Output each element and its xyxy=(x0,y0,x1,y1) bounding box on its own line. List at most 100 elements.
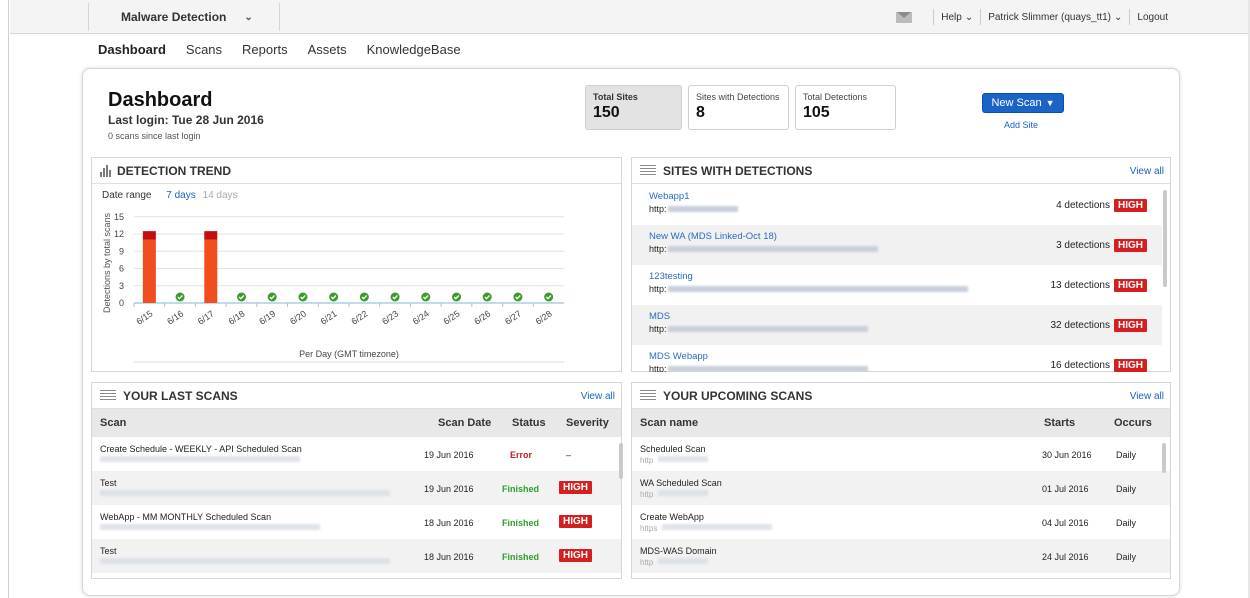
last-login: Last login: Tue 28 Jun 2016 xyxy=(108,113,264,127)
scan-name: WA Scheduled Scan xyxy=(640,478,722,488)
view-all-link[interactable]: View all xyxy=(1130,166,1164,177)
col-starts[interactable]: Starts xyxy=(1044,417,1075,429)
y-tick-label: 6 xyxy=(119,264,124,274)
x-tick-label: 6/17 xyxy=(196,308,216,326)
site-row[interactable]: Webapp1 http: 4 detections HIGH xyxy=(632,185,1162,225)
detection-trend-header: DETECTION TREND xyxy=(92,158,621,184)
scan-starts: 30 Jun 2016 xyxy=(1042,450,1092,460)
col-severity[interactable]: Severity xyxy=(566,417,609,429)
site-row[interactable]: New WA (MDS Linked-Oct 18) http: 3 detec… xyxy=(632,225,1162,265)
scans-since: 0 scans since last login xyxy=(108,131,201,141)
mail-icon[interactable] xyxy=(896,11,913,23)
bar-chart-icon xyxy=(100,164,111,177)
scrollbar[interactable] xyxy=(619,443,623,479)
check-icon xyxy=(298,292,308,302)
table-row[interactable]: MDS-WAS Domain http 24 Jul 2016 Daily xyxy=(632,539,1170,573)
site-name-link[interactable]: Webapp1 xyxy=(649,191,690,202)
new-scan-button[interactable]: New Scan ▼ xyxy=(982,93,1064,113)
site-url-prefix: http: xyxy=(649,364,667,372)
site-row[interactable]: MDS http: 32 detections HIGH xyxy=(632,305,1162,345)
col-scan-date[interactable]: Scan Date xyxy=(438,417,491,429)
table-row[interactable]: Scheduled Scan http 30 Jun 2016 Daily xyxy=(632,437,1170,471)
help-label: Help xyxy=(941,11,962,23)
severity-badge: HIGH xyxy=(559,515,592,528)
table-row[interactable]: Create Schedule - WEEKLY - API Scheduled… xyxy=(92,437,621,471)
range-7-days[interactable]: 7 days xyxy=(166,190,195,201)
table-row[interactable]: WebApp - MM MONTHLY Scheduled Scan 18 Ju… xyxy=(92,505,621,539)
module-label: Malware Detection xyxy=(121,10,227,24)
table-row[interactable]: Test 19 Jun 2016 Finished HIGH xyxy=(92,471,621,505)
nav-knowledgebase[interactable]: KnowledgeBase xyxy=(367,42,461,57)
scan-url-blurred xyxy=(658,490,708,496)
window-left-border xyxy=(0,0,9,598)
scrollbar[interactable] xyxy=(1162,443,1166,473)
range-14-days[interactable]: 14 days xyxy=(203,190,238,201)
scan-url: http xyxy=(640,558,654,567)
nav-dashboard[interactable]: Dashboard xyxy=(98,42,166,57)
site-name-link[interactable]: MDS Webapp xyxy=(649,351,708,362)
y-tick-label: 3 xyxy=(119,281,124,291)
detection-count: 16 detections xyxy=(1050,360,1111,371)
x-tick-label: 6/18 xyxy=(227,308,247,326)
module-selector[interactable]: Malware Detection ⌄ xyxy=(88,3,280,31)
site-row[interactable]: MDS Webapp http: 16 detections HIGH xyxy=(632,345,1162,372)
site-name-link[interactable]: MDS xyxy=(649,311,670,322)
detection-count: 32 detections xyxy=(1050,320,1111,331)
date-range-label: Date range xyxy=(102,190,152,201)
scan-occurs: Daily xyxy=(1116,518,1137,528)
x-tick-label: 6/19 xyxy=(257,308,277,326)
scan-occurs: Daily xyxy=(1116,450,1137,460)
user-menu[interactable]: Patrick Slimmer (quays_tt1) ⌄ xyxy=(988,12,1122,23)
nav-scans[interactable]: Scans xyxy=(186,42,222,57)
nav-assets[interactable]: Assets xyxy=(308,42,347,57)
detection-count: 13 detections xyxy=(1050,280,1111,291)
col-scan[interactable]: Scan xyxy=(100,417,126,429)
site-name-link[interactable]: 123testing xyxy=(649,271,693,282)
col-occurs[interactable]: Occurs xyxy=(1114,417,1152,429)
stat-total-sites[interactable]: Total Sites 150 xyxy=(585,85,682,130)
scan-starts: 24 Jul 2016 xyxy=(1042,552,1089,562)
site-url-blurred xyxy=(668,366,868,372)
divider xyxy=(933,9,935,25)
site-name-link[interactable]: New WA (MDS Linked-Oct 18) xyxy=(649,231,777,242)
y-axis-label: Detections by total scans xyxy=(102,212,112,313)
new-scan-label: New Scan xyxy=(991,97,1042,109)
scan-name: MDS-WAS Domain xyxy=(640,546,717,556)
col-status[interactable]: Status xyxy=(512,417,546,429)
view-all-link[interactable]: View all xyxy=(581,391,615,402)
scan-name: Test xyxy=(100,478,117,488)
site-url-blurred xyxy=(668,286,968,292)
chevron-down-icon: ⌄ xyxy=(1114,11,1123,23)
scrollbar[interactable] xyxy=(1163,190,1167,287)
scan-occurs: Daily xyxy=(1116,484,1137,494)
stat-total-detections[interactable]: Total Detections 105 xyxy=(795,85,896,130)
detection-count: 3 detections xyxy=(1056,240,1110,251)
last-scans-header: YOUR LAST SCANS View all xyxy=(92,383,621,409)
view-all-link[interactable]: View all xyxy=(1130,391,1164,402)
table-row[interactable]: WA Scheduled Scan http 01 Jul 2016 Daily xyxy=(632,471,1170,505)
table-row[interactable]: Test 18 Jun 2016 Finished HIGH xyxy=(92,539,621,573)
chevron-down-icon: ⌄ xyxy=(964,11,974,23)
topbar-right-menu: Help ⌄ Patrick Slimmer (quays_tt1) ⌄ Logou… xyxy=(896,0,1168,34)
col-scan-name[interactable]: Scan name xyxy=(640,417,698,429)
y-tick-label: 12 xyxy=(114,229,124,239)
stat-sites-with-detections[interactable]: Sites with Detections 8 xyxy=(688,85,789,130)
check-icon xyxy=(482,292,492,302)
help-menu[interactable]: Help ⌄ xyxy=(941,12,973,23)
check-icon xyxy=(452,292,461,302)
site-url-blurred xyxy=(668,326,868,332)
site-row[interactable]: 123testing http: 13 detections HIGH xyxy=(632,265,1162,305)
scan-severity: – xyxy=(566,450,572,460)
scan-name: Create Schedule - WEEKLY - API Scheduled… xyxy=(100,444,302,454)
section-title: YOUR LAST SCANS xyxy=(123,388,238,403)
x-tick-label: 6/22 xyxy=(349,308,369,326)
add-site-link[interactable]: Add Site xyxy=(1004,120,1038,130)
logout-link[interactable]: Logout xyxy=(1137,12,1168,23)
nav-reports[interactable]: Reports xyxy=(242,42,288,57)
severity-badge: HIGH xyxy=(559,481,592,494)
scan-url-blurred xyxy=(100,456,300,462)
scan-name: Test xyxy=(100,546,117,556)
check-icon xyxy=(513,292,523,302)
table-row[interactable]: Create WebApp https 04 Jul 2016 Daily xyxy=(632,505,1170,539)
scan-url: http xyxy=(640,456,654,465)
